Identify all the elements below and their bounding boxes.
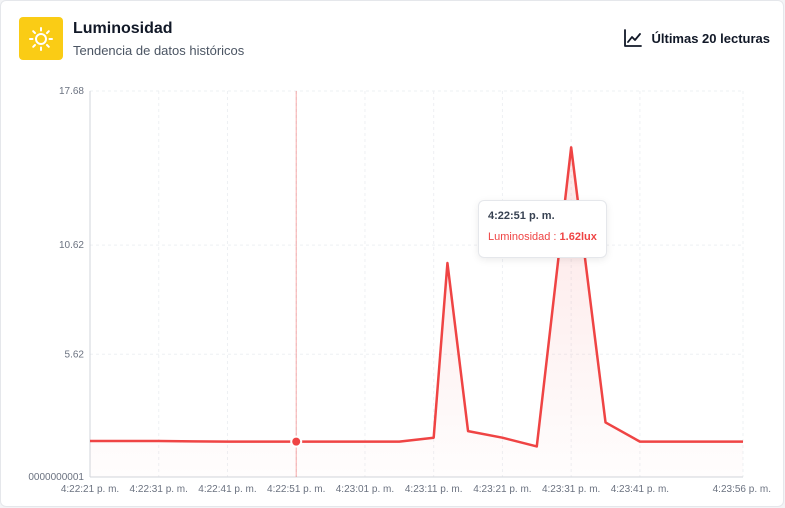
tooltip-time: 4:22:51 p. m. [488, 210, 555, 222]
tooltip-series-label: Luminosidad [488, 231, 551, 243]
x-tick-label: 4:22:51 p. m. [267, 484, 325, 495]
y-tick-label: 0000000001 [28, 472, 84, 483]
series-line [90, 146, 743, 448]
x-tick-label: 4:23:01 p. m. [336, 484, 394, 495]
series-area [90, 147, 743, 477]
y-tick-label: 10.62 [59, 240, 84, 251]
y-tick-label: 5.62 [65, 349, 85, 360]
luminosity-chart[interactable]: 0000000001 5.62 10.62 17.68 4:22:21 p. m. 4:2… [0, 0, 785, 508]
tooltip-value: 1.62lux [559, 231, 597, 243]
chart-grid [89, 90, 744, 478]
tooltip-row: Luminosidad : 1.62lux [488, 231, 606, 243]
tooltip-separator: : [550, 231, 560, 243]
x-tick-label: 4:23:11 p. m. [405, 484, 463, 495]
x-tick-label: 4:22:31 p. m. [130, 484, 188, 495]
x-tick-label: 4:23:56 p. m. [713, 484, 771, 495]
x-tick-label: 4:22:21 p. m. [61, 484, 119, 495]
chart-axes: 0000000001 5.62 10.62 17.68 4:22:21 p. m. 4:2… [28, 86, 771, 495]
x-tick-label: 4:23:31 p. m. [542, 484, 600, 495]
x-tick-label: 4:22:41 p. m. [198, 484, 256, 495]
y-tick-label: 17.68 [59, 86, 84, 97]
x-tick-label: 4:23:41 p. m. [611, 484, 669, 495]
chart-tooltip: 4:22:51 p. m. Luminosidad : 1.62lux [478, 200, 607, 258]
x-tick-label: 4:23:21 p. m. [473, 484, 531, 495]
chart-series [90, 91, 743, 477]
active-data-point[interactable] [290, 435, 303, 448]
